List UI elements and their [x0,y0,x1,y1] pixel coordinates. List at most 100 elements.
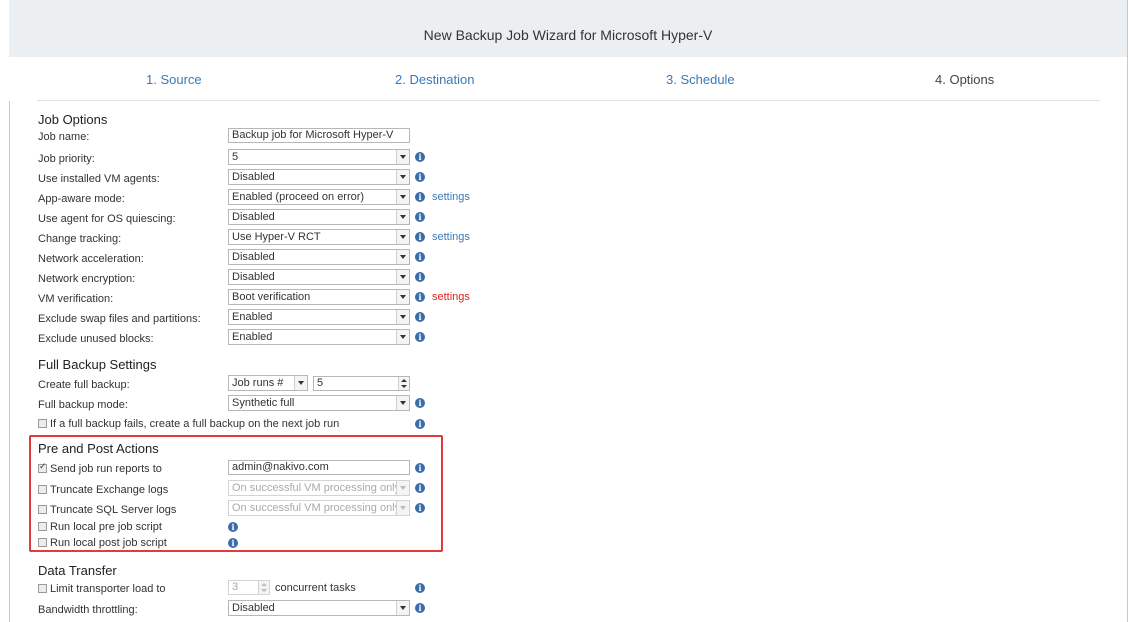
vm-verification-select[interactable]: Boot verification [228,289,410,305]
change-tracking-select[interactable]: Use Hyper-V RCT [228,229,410,245]
section-job-options: Job Options [38,112,108,127]
pre-script-checkbox[interactable] [38,522,47,531]
info-icon[interactable]: i [415,398,425,408]
change-tracking-settings-link[interactable]: settings [432,231,470,243]
info-icon[interactable]: i [415,483,425,493]
chevron-down-icon[interactable] [396,290,409,304]
info-icon[interactable]: i [415,419,425,429]
truncate-sql-checkbox[interactable] [38,505,47,514]
limit-transporter-suffix: concurrent tasks [275,582,356,594]
app-aware-value: Enabled (proceed on error) [232,191,365,203]
truncate-sql-select[interactable]: On successful VM processing only [228,500,410,516]
chevron-down-icon[interactable] [396,481,409,495]
exclude-swap-select[interactable]: Enabled [228,309,410,325]
network-acceleration-select[interactable]: Disabled [228,249,410,265]
truncate-exchange-select[interactable]: On successful VM processing only [228,480,410,496]
job-name-label: Job name: [38,131,90,143]
exclude-swap-value: Enabled [232,311,273,323]
limit-transporter-option[interactable]: Limit transporter load to [38,583,166,595]
create-full-backup-count[interactable]: 5 [313,376,410,391]
vm-agents-select[interactable]: Disabled [228,169,410,185]
full-backup-fallback-checkbox[interactable] [38,419,47,428]
send-reports-email-field[interactable]: admin@nakivo.com [228,460,410,475]
os-quiescing-value: Disabled [232,211,275,223]
info-icon[interactable]: i [415,152,425,162]
info-icon[interactable]: i [415,463,425,473]
limit-transporter-field[interactable]: 3 [228,580,270,595]
spinner-icon[interactable] [258,581,269,594]
info-icon[interactable]: i [415,172,425,182]
spinner-icon[interactable] [398,377,409,390]
exclude-swap-label: Exclude swap files and partitions: [38,313,201,325]
send-reports-option[interactable]: Send job run reports to [38,461,162,475]
bandwidth-select[interactable]: Disabled [228,600,410,616]
info-icon[interactable]: i [415,252,425,262]
post-script-checkbox[interactable] [38,538,47,547]
step-destination[interactable]: 2. Destination [395,72,475,87]
full-backup-mode-value: Synthetic full [232,397,295,409]
chevron-down-icon[interactable] [396,601,409,615]
chevron-down-icon[interactable] [396,170,409,184]
post-script-label: Run local post job script [50,537,167,549]
chevron-down-icon[interactable] [396,310,409,324]
full-backup-fallback-label: If a full backup fails, create a full ba… [50,418,340,430]
vm-verification-value: Boot verification [232,291,311,303]
pre-script-option[interactable]: Run local pre job script [38,521,162,533]
info-icon[interactable]: i [415,583,425,593]
create-full-backup-mode-value: Job runs # [232,377,284,389]
chevron-down-icon[interactable] [396,501,409,515]
bandwidth-label: Bandwidth throttling: [38,604,138,616]
chevron-down-icon[interactable] [396,230,409,244]
info-icon[interactable]: i [415,332,425,342]
exclude-unused-select[interactable]: Enabled [228,329,410,345]
app-aware-settings-link[interactable]: settings [432,191,470,203]
chevron-down-icon[interactable] [396,270,409,284]
info-icon[interactable]: i [415,192,425,202]
limit-transporter-label: Limit transporter load to [50,583,166,595]
create-full-backup-mode-select[interactable]: Job runs # [228,375,308,391]
step-options[interactable]: 4. Options [935,72,994,87]
vm-verification-label: VM verification: [38,293,114,305]
full-backup-mode-select[interactable]: Synthetic full [228,395,410,411]
network-encryption-select[interactable]: Disabled [228,269,410,285]
info-icon[interactable]: i [415,292,425,302]
truncate-exchange-checkbox[interactable] [38,485,47,494]
limit-transporter-checkbox[interactable] [38,584,47,593]
chevron-down-icon[interactable] [396,396,409,410]
chevron-down-icon[interactable] [396,250,409,264]
chevron-down-icon[interactable] [396,150,409,164]
post-script-option[interactable]: Run local post job script [38,537,167,549]
chevron-down-icon[interactable] [294,376,307,390]
step-schedule[interactable]: 3. Schedule [666,72,735,87]
app-aware-select[interactable]: Enabled (proceed on error) [228,189,410,205]
send-reports-checkbox[interactable] [38,461,47,473]
network-encryption-value: Disabled [232,271,275,283]
truncate-exchange-label: Truncate Exchange logs [50,484,169,496]
os-quiescing-select[interactable]: Disabled [228,209,410,225]
full-backup-fallback-option[interactable]: If a full backup fails, create a full ba… [38,418,339,430]
wizard-steps: 1. Source 2. Destination 3. Schedule 4. … [9,57,1127,101]
info-icon[interactable]: i [415,603,425,613]
network-encryption-label: Network encryption: [38,273,136,285]
vm-agents-label: Use installed VM agents: [38,173,160,185]
chevron-down-icon[interactable] [396,190,409,204]
full-backup-mode-label: Full backup mode: [38,399,128,411]
job-priority-select[interactable]: 5 [228,149,410,165]
job-name-field[interactable]: Backup job for Microsoft Hyper-V [228,128,410,143]
info-icon[interactable]: i [228,522,238,532]
truncate-sql-option[interactable]: Truncate SQL Server logs [38,504,176,516]
chevron-down-icon[interactable] [396,330,409,344]
info-icon[interactable]: i [415,503,425,513]
chevron-down-icon[interactable] [396,210,409,224]
info-icon[interactable]: i [415,272,425,282]
info-icon[interactable]: i [415,232,425,242]
info-icon[interactable]: i [415,212,425,222]
info-icon[interactable]: i [415,312,425,322]
step-source[interactable]: 1. Source [146,72,202,87]
job-priority-label: Job priority: [38,153,95,165]
truncate-exchange-option[interactable]: Truncate Exchange logs [38,484,168,496]
vm-verification-settings-link[interactable]: settings [432,291,470,303]
truncate-exchange-value: On successful VM processing only [232,482,401,494]
info-icon[interactable]: i [228,538,238,548]
wizard-title: New Backup Job Wizard for Microsoft Hype… [423,27,713,43]
